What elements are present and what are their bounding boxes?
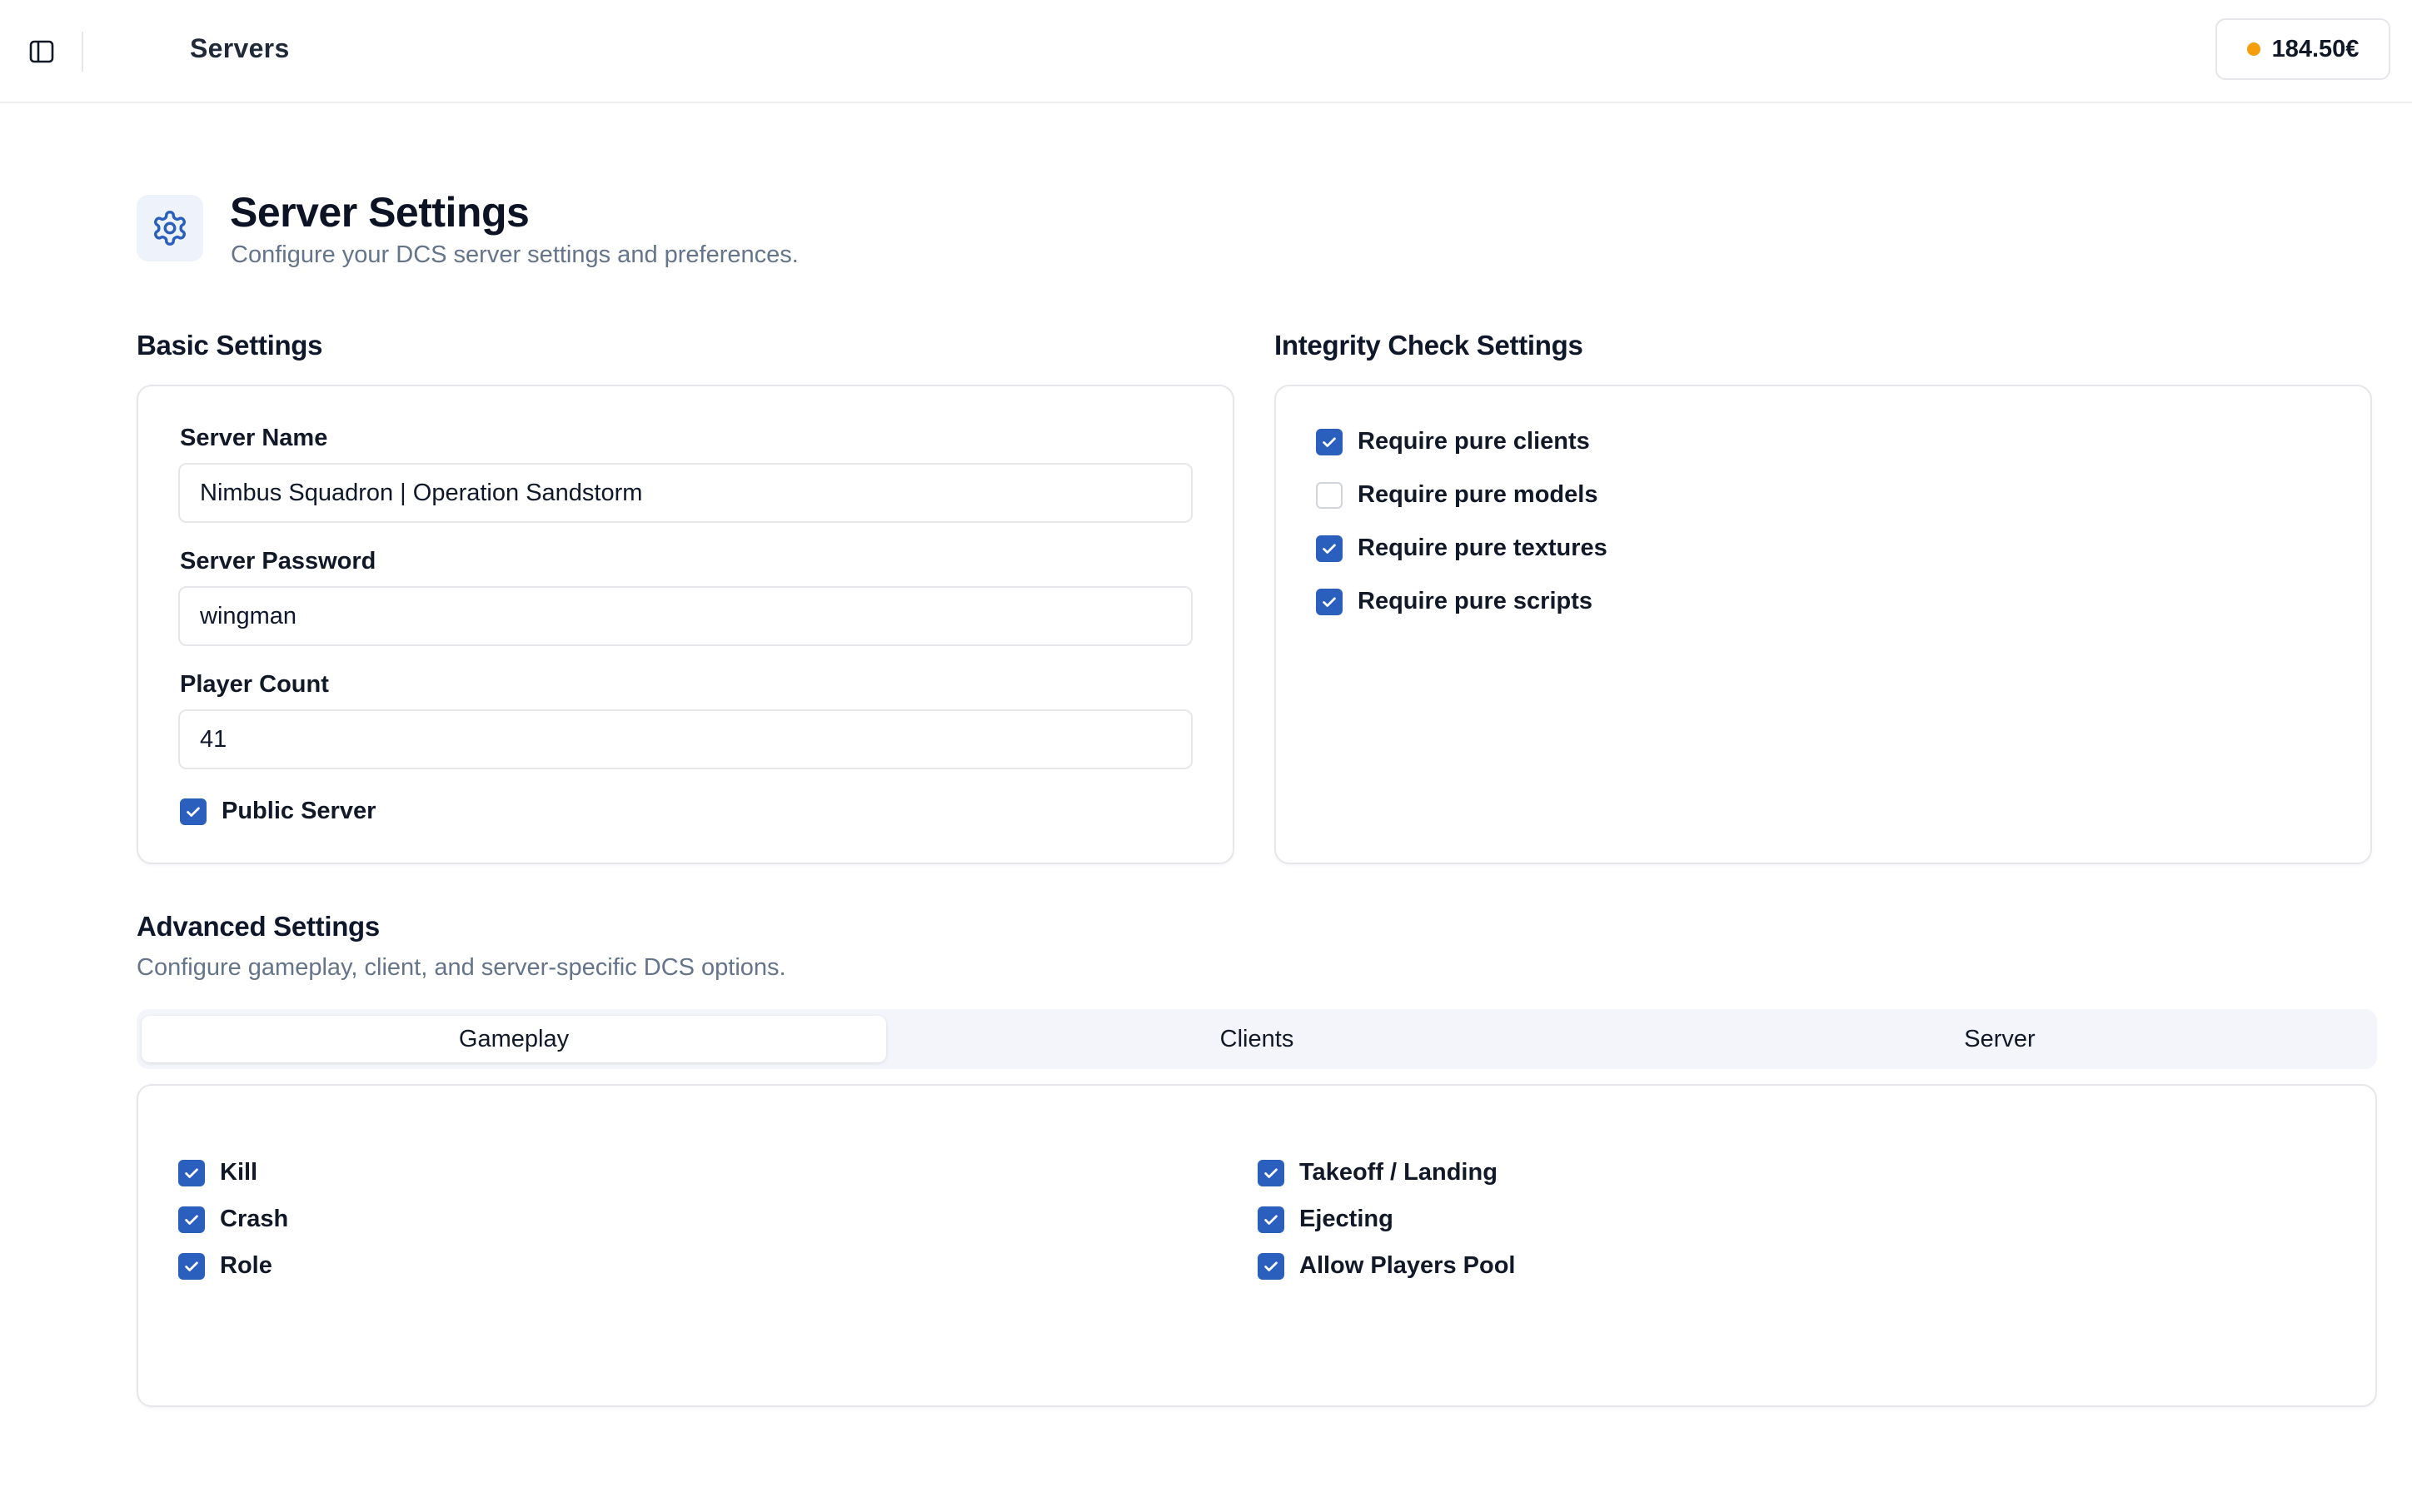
advanced-settings-title: Advanced Settings (137, 911, 380, 942)
require-pure-clients-label: Require pure clients (1358, 428, 1590, 455)
checkbox-unchecked-icon (1316, 481, 1343, 509)
require-pure-scripts-label: Require pure scripts (1358, 588, 1593, 614)
sidebar-toggle-button[interactable] (27, 37, 57, 67)
page-subtitle: Configure your DCS server settings and p… (231, 241, 799, 268)
crash-checkbox[interactable]: Crash (178, 1206, 288, 1233)
require-pure-models-label: Require pure models (1358, 481, 1598, 508)
gameplay-panel: Kill Crash Role Takeoff / Landing Ejecti… (137, 1084, 2377, 1407)
role-checkbox[interactable]: Role (178, 1252, 272, 1280)
advanced-tabs: Gameplay Clients Server (137, 1009, 2377, 1069)
public-server-label: Public Server (222, 798, 376, 824)
tab-server[interactable]: Server (1627, 1016, 2372, 1062)
player-count-input[interactable] (178, 709, 1193, 769)
require-pure-textures-checkbox[interactable]: Require pure textures (1316, 535, 1607, 562)
integrity-settings-title: Integrity Check Settings (1274, 330, 1583, 361)
public-server-checkbox[interactable]: Public Server (180, 798, 376, 825)
basic-settings-card: Server Name Server Password Player Count… (137, 385, 1234, 864)
role-label: Role (220, 1252, 272, 1279)
advanced-settings-subtitle: Configure gameplay, client, and server-s… (137, 954, 786, 981)
server-name-label: Server Name (180, 425, 328, 451)
checkbox-checked-icon (1258, 1159, 1284, 1186)
page-title: Server Settings (230, 189, 530, 236)
takeoff-landing-checkbox[interactable]: Takeoff / Landing (1258, 1159, 1498, 1186)
takeoff-landing-label: Takeoff / Landing (1299, 1159, 1498, 1186)
require-pure-textures-label: Require pure textures (1358, 535, 1607, 561)
player-count-label: Player Count (180, 671, 329, 698)
checkbox-checked-icon (1316, 428, 1343, 455)
topbar-divider (82, 32, 83, 72)
gear-icon (154, 211, 186, 246)
balance-amount: 184.50€ (2271, 35, 2360, 62)
basic-settings-title: Basic Settings (137, 330, 323, 361)
crash-label: Crash (220, 1206, 289, 1232)
ejecting-checkbox[interactable]: Ejecting (1258, 1206, 1393, 1233)
allow-players-pool-checkbox[interactable]: Allow Players Pool (1258, 1252, 1515, 1280)
tab-gameplay[interactable]: Gameplay (142, 1016, 886, 1062)
integrity-settings-card: Require pure clients Require pure models… (1274, 385, 2372, 864)
breadcrumb-servers[interactable]: Servers (190, 33, 290, 64)
checkbox-checked-icon (1316, 588, 1343, 615)
require-pure-scripts-checkbox[interactable]: Require pure scripts (1316, 588, 1592, 615)
ejecting-label: Ejecting (1299, 1206, 1393, 1232)
require-pure-models-checkbox[interactable]: Require pure models (1316, 481, 1597, 509)
checkbox-checked-icon (180, 798, 207, 825)
checkbox-checked-icon (1316, 535, 1343, 562)
checkbox-checked-icon (1258, 1252, 1284, 1280)
kill-checkbox[interactable]: Kill (178, 1159, 257, 1186)
kill-label: Kill (220, 1159, 258, 1186)
allow-players-pool-label: Allow Players Pool (1299, 1252, 1516, 1279)
tab-clients[interactable]: Clients (885, 1016, 1629, 1062)
checkbox-checked-icon (1258, 1206, 1284, 1233)
server-password-input[interactable] (178, 586, 1193, 646)
balance-status-dot (2246, 42, 2260, 56)
require-pure-clients-checkbox[interactable]: Require pure clients (1316, 428, 1590, 455)
checkbox-checked-icon (178, 1252, 205, 1280)
sidebar-icon (29, 40, 54, 63)
checkbox-checked-icon (178, 1159, 205, 1186)
balance-badge[interactable]: 184.50€ (2215, 18, 2390, 80)
server-password-label: Server Password (180, 548, 376, 574)
top-bar: Servers 184.50€ (0, 0, 2412, 103)
server-name-input[interactable] (178, 463, 1193, 523)
checkbox-checked-icon (178, 1206, 205, 1233)
settings-badge (137, 195, 203, 261)
